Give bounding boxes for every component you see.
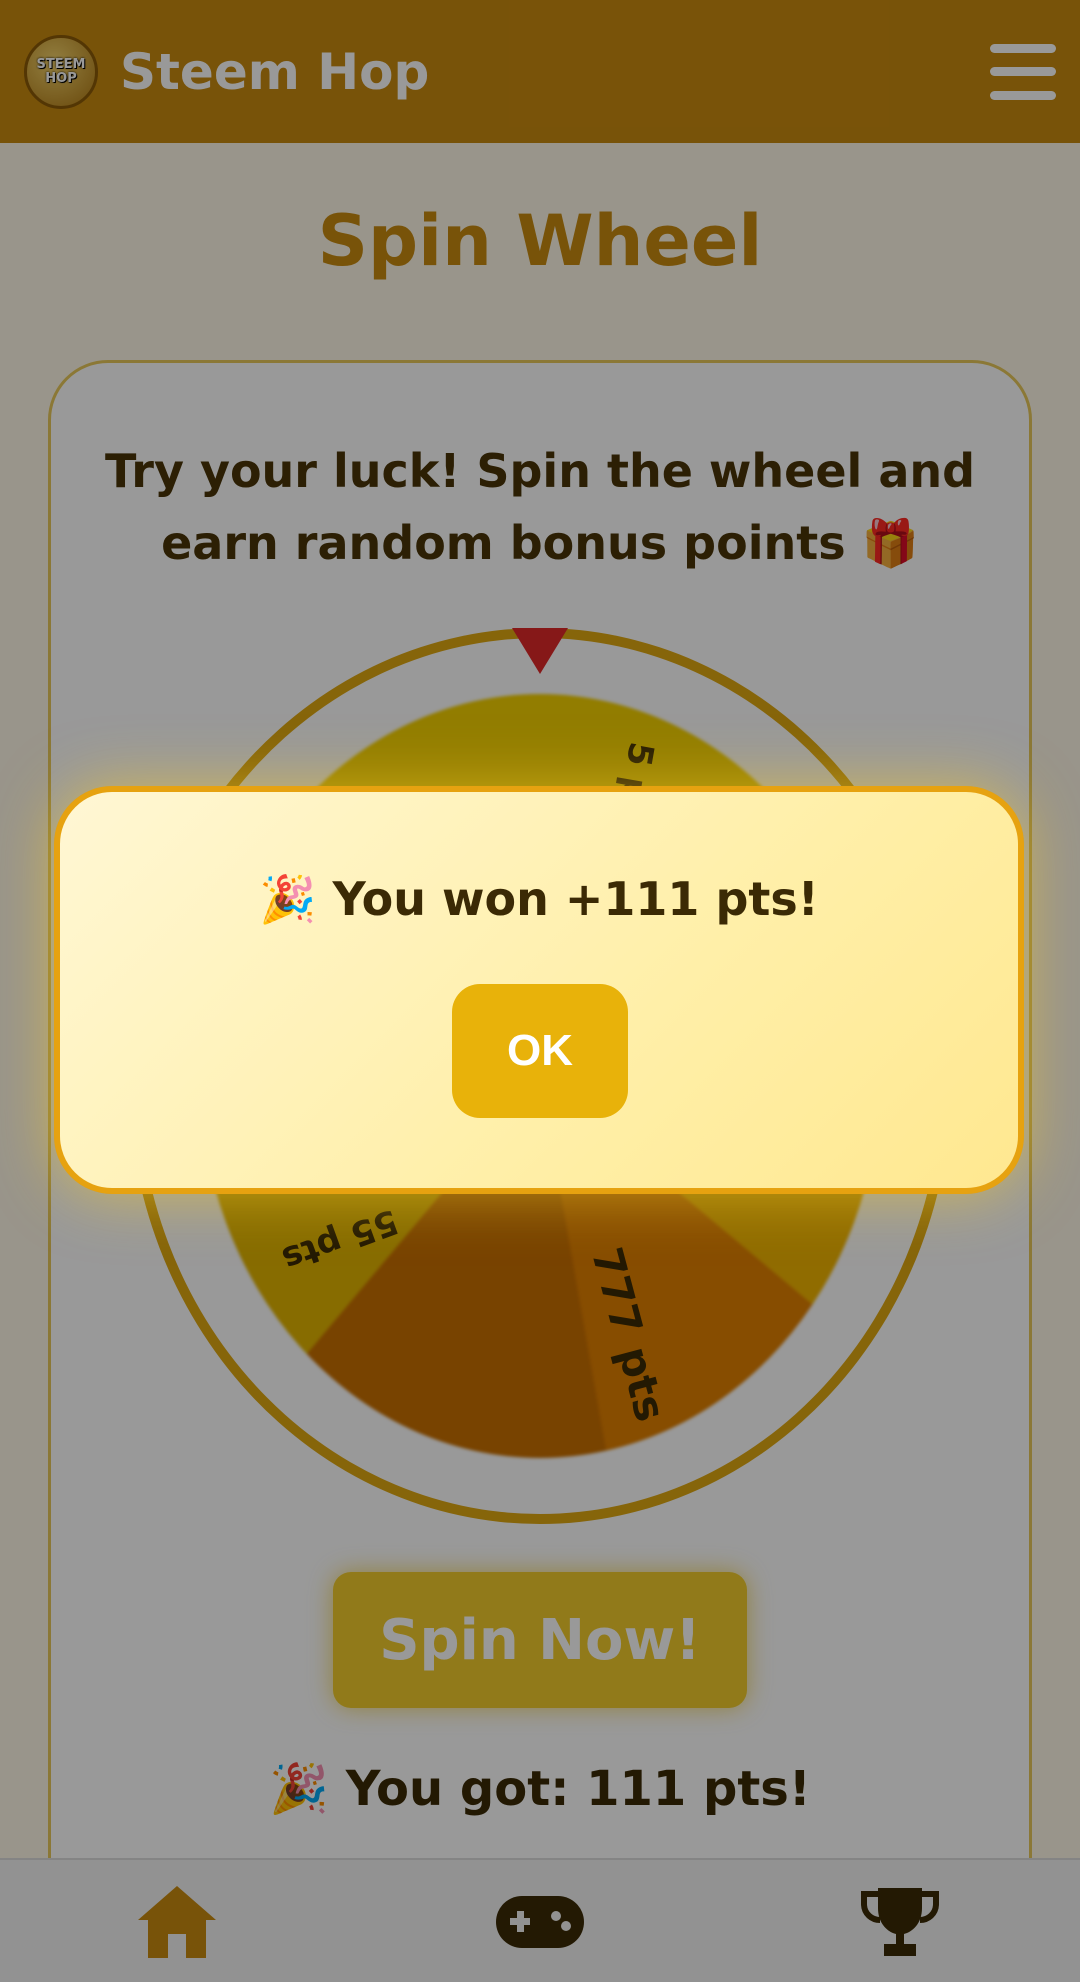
ok-button[interactable]: OK (452, 984, 628, 1118)
win-dialog: 🎉 You won +111 pts! OK (54, 786, 1024, 1194)
win-message: 🎉 You won +111 pts! (259, 872, 819, 926)
page: STEEM HOP Steem Hop Spin Wheel Try your … (0, 0, 1080, 1982)
